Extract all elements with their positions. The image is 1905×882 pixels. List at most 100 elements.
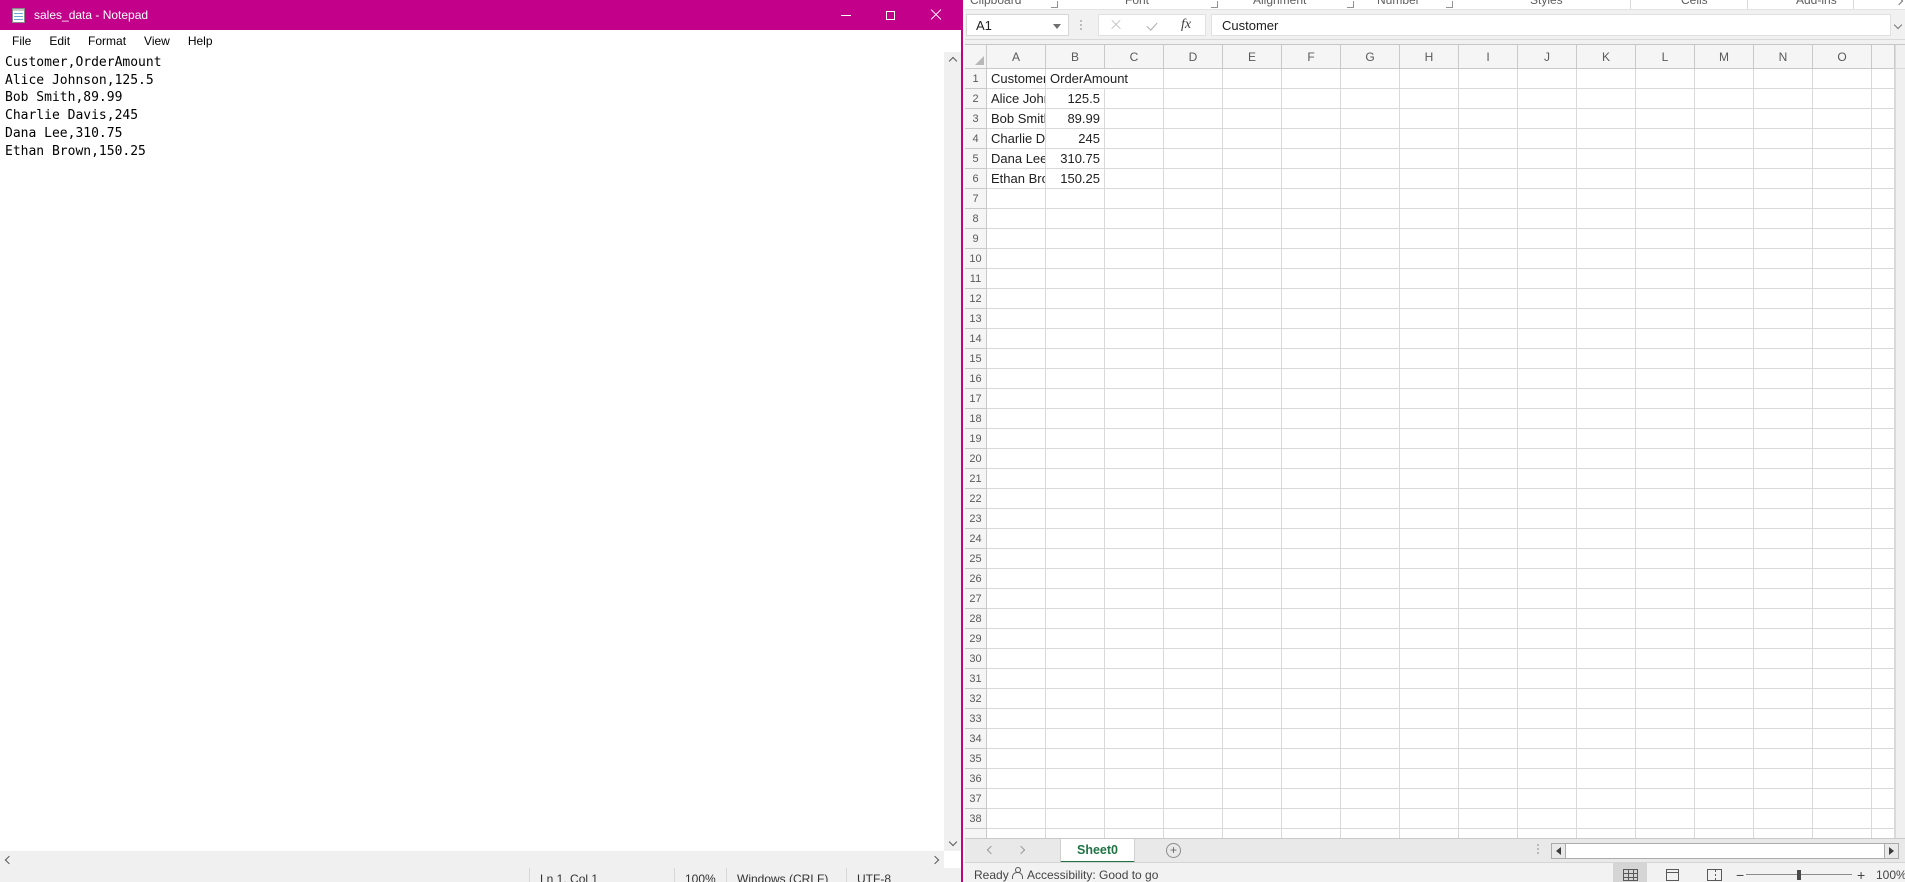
cell-i4[interactable]: [1459, 129, 1518, 149]
cell-f2[interactable]: [1282, 89, 1341, 109]
cell-c34[interactable]: [1105, 729, 1164, 749]
cell-h17[interactable]: [1400, 389, 1459, 409]
cell-h13[interactable]: [1400, 309, 1459, 329]
cell-n9[interactable]: [1754, 229, 1813, 249]
cell-partial-6[interactable]: [1872, 169, 1895, 189]
cell-h20[interactable]: [1400, 449, 1459, 469]
cell-k22[interactable]: [1577, 489, 1636, 509]
scroll-left-icon[interactable]: [5, 855, 13, 863]
cell-e39[interactable]: [1223, 829, 1282, 838]
row-header-14[interactable]: 14: [965, 329, 987, 349]
cell-b12[interactable]: [1046, 289, 1105, 309]
cell-d35[interactable]: [1164, 749, 1223, 769]
cell-b2[interactable]: 125.5: [1046, 89, 1105, 109]
cell-j5[interactable]: [1518, 149, 1577, 169]
cell-n3[interactable]: [1754, 109, 1813, 129]
dialog-launcher-icon[interactable]: [1211, 1, 1218, 8]
cell-o30[interactable]: [1813, 649, 1872, 669]
select-all-corner[interactable]: [965, 45, 987, 69]
row-header-39[interactable]: [965, 829, 987, 838]
cell-h1[interactable]: [1400, 69, 1459, 89]
cell-l13[interactable]: [1636, 309, 1695, 329]
cell-j35[interactable]: [1518, 749, 1577, 769]
cell-o33[interactable]: [1813, 709, 1872, 729]
cell-h31[interactable]: [1400, 669, 1459, 689]
cell-b30[interactable]: [1046, 649, 1105, 669]
cell-m38[interactable]: [1695, 809, 1754, 829]
cell-partial-28[interactable]: [1872, 609, 1895, 629]
cell-g13[interactable]: [1341, 309, 1400, 329]
cell-partial-18[interactable]: [1872, 409, 1895, 429]
cell-o1[interactable]: [1813, 69, 1872, 89]
cell-c8[interactable]: [1105, 209, 1164, 229]
cell-a2[interactable]: Alice Johnson: [987, 89, 1046, 109]
name-box-dropdown-icon[interactable]: [1053, 24, 1061, 29]
cell-l39[interactable]: [1636, 829, 1695, 838]
cell-i26[interactable]: [1459, 569, 1518, 589]
cell-j39[interactable]: [1518, 829, 1577, 838]
cell-c16[interactable]: [1105, 369, 1164, 389]
cell-j14[interactable]: [1518, 329, 1577, 349]
cell-k3[interactable]: [1577, 109, 1636, 129]
menu-item-file[interactable]: File: [3, 31, 40, 51]
cell-a16[interactable]: [987, 369, 1046, 389]
cell-c20[interactable]: [1105, 449, 1164, 469]
enter-check-icon[interactable]: [1146, 19, 1157, 30]
cell-c23[interactable]: [1105, 509, 1164, 529]
cell-f29[interactable]: [1282, 629, 1341, 649]
row-header-6[interactable]: 6: [965, 169, 987, 189]
cell-l16[interactable]: [1636, 369, 1695, 389]
cell-g19[interactable]: [1341, 429, 1400, 449]
cell-g33[interactable]: [1341, 709, 1400, 729]
cell-b14[interactable]: [1046, 329, 1105, 349]
cell-k33[interactable]: [1577, 709, 1636, 729]
cell-l25[interactable]: [1636, 549, 1695, 569]
cell-g24[interactable]: [1341, 529, 1400, 549]
notepad-vertical-scrollbar[interactable]: [944, 52, 961, 851]
cell-l19[interactable]: [1636, 429, 1695, 449]
cell-f34[interactable]: [1282, 729, 1341, 749]
cell-k37[interactable]: [1577, 789, 1636, 809]
cell-g4[interactable]: [1341, 129, 1400, 149]
cell-k4[interactable]: [1577, 129, 1636, 149]
cell-e2[interactable]: [1223, 89, 1282, 109]
cell-i8[interactable]: [1459, 209, 1518, 229]
cell-h15[interactable]: [1400, 349, 1459, 369]
cell-partial-30[interactable]: [1872, 649, 1895, 669]
cancel-icon[interactable]: [1111, 20, 1121, 30]
cell-k26[interactable]: [1577, 569, 1636, 589]
cell-h12[interactable]: [1400, 289, 1459, 309]
cell-j21[interactable]: [1518, 469, 1577, 489]
cell-i37[interactable]: [1459, 789, 1518, 809]
cell-i28[interactable]: [1459, 609, 1518, 629]
cell-g15[interactable]: [1341, 349, 1400, 369]
cell-c3[interactable]: [1105, 109, 1164, 129]
name-box[interactable]: A1: [966, 14, 1069, 36]
cell-e14[interactable]: [1223, 329, 1282, 349]
cell-e31[interactable]: [1223, 669, 1282, 689]
cell-o8[interactable]: [1813, 209, 1872, 229]
cell-d27[interactable]: [1164, 589, 1223, 609]
cell-b31[interactable]: [1046, 669, 1105, 689]
cell-h6[interactable]: [1400, 169, 1459, 189]
cell-h22[interactable]: [1400, 489, 1459, 509]
cell-partial-19[interactable]: [1872, 429, 1895, 449]
cell-g8[interactable]: [1341, 209, 1400, 229]
row-header-18[interactable]: 18: [965, 409, 987, 429]
cell-d10[interactable]: [1164, 249, 1223, 269]
row-header-34[interactable]: 34: [965, 729, 987, 749]
cell-a24[interactable]: [987, 529, 1046, 549]
cell-partial-14[interactable]: [1872, 329, 1895, 349]
cell-g25[interactable]: [1341, 549, 1400, 569]
cell-m22[interactable]: [1695, 489, 1754, 509]
cell-c28[interactable]: [1105, 609, 1164, 629]
cell-l26[interactable]: [1636, 569, 1695, 589]
cell-f24[interactable]: [1282, 529, 1341, 549]
cell-g34[interactable]: [1341, 729, 1400, 749]
cell-g1[interactable]: [1341, 69, 1400, 89]
cell-o38[interactable]: [1813, 809, 1872, 829]
cell-i29[interactable]: [1459, 629, 1518, 649]
cell-f22[interactable]: [1282, 489, 1341, 509]
cell-a15[interactable]: [987, 349, 1046, 369]
cell-m11[interactable]: [1695, 269, 1754, 289]
